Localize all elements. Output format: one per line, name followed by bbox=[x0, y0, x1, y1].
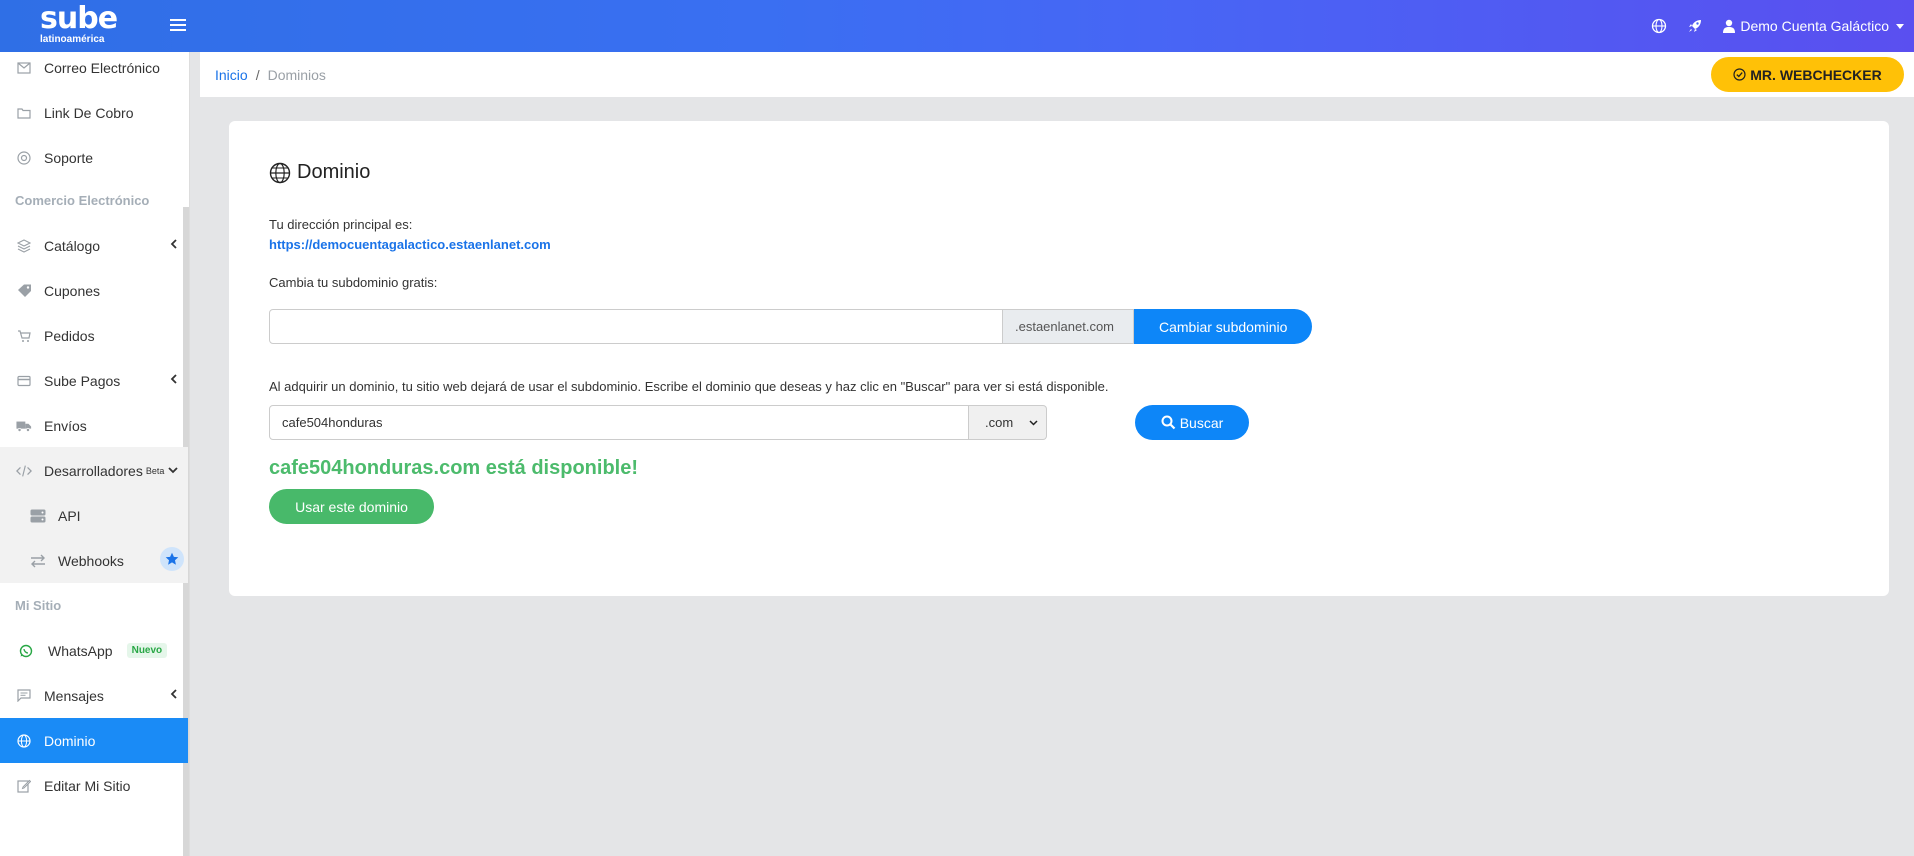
breadcrumb: Inicio / Dominios bbox=[215, 67, 326, 83]
check-circle-icon bbox=[1733, 68, 1746, 81]
globe-icon[interactable] bbox=[1650, 17, 1668, 35]
use-domain-button[interactable]: Usar este dominio bbox=[269, 489, 434, 524]
sidebar-item-label: Editar Mi Sitio bbox=[44, 777, 131, 794]
sidebar-item-label: Desarrolladores bbox=[44, 462, 143, 479]
logo-text: sube bbox=[40, 1, 118, 36]
rocket-icon[interactable] bbox=[1686, 17, 1704, 35]
breadcrumb-home-link[interactable]: Inicio bbox=[215, 67, 248, 83]
ticket-icon bbox=[16, 283, 32, 299]
app-logo[interactable]: sube latinoamérica bbox=[40, 4, 120, 48]
edit-icon bbox=[16, 778, 32, 794]
breadcrumb-current: Dominios bbox=[267, 66, 326, 83]
mr-webchecker-label: MR. WEBCHECKER bbox=[1750, 66, 1882, 83]
sidebar: Correo Electrónico Link De Cobro Soporte… bbox=[0, 52, 190, 856]
sidebar-item-label: Cupones bbox=[44, 282, 101, 299]
sidebar-item-link-cobro[interactable]: Link De Cobro bbox=[0, 90, 188, 135]
folder-icon bbox=[16, 105, 32, 121]
change-subdomain-button[interactable]: Cambiar subdominio bbox=[1134, 309, 1313, 344]
sidebar-item-mensajes[interactable]: Mensajes bbox=[0, 673, 188, 718]
sidebar-item-desarrolladores[interactable]: Desarrolladores Beta bbox=[0, 448, 188, 493]
page-title: Dominio bbox=[269, 161, 370, 184]
sidebar-item-label: Link De Cobro bbox=[44, 104, 134, 121]
sidebar-item-label: Soporte bbox=[44, 149, 94, 166]
domain-input-group: .com bbox=[269, 405, 1047, 440]
layers-icon bbox=[16, 238, 32, 254]
subdomain-input[interactable] bbox=[269, 309, 1003, 344]
sidebar-item-correo[interactable]: Correo Electrónico bbox=[0, 52, 188, 90]
chevron-left-icon bbox=[170, 374, 177, 384]
search-button-label: Buscar bbox=[1179, 414, 1224, 431]
chevron-down-icon bbox=[1896, 23, 1904, 29]
server-icon bbox=[30, 508, 46, 524]
lifebuoy-icon bbox=[16, 150, 32, 166]
sidebar-item-webhooks[interactable]: Webhooks bbox=[0, 538, 188, 583]
user-name: Demo Cuenta Galáctico bbox=[1740, 18, 1889, 34]
breadcrumb-separator: / bbox=[255, 66, 260, 83]
whatsapp-icon bbox=[18, 643, 34, 659]
availability-message: cafe504honduras.com está disponible! bbox=[269, 457, 638, 479]
tld-selected: .com bbox=[985, 415, 1014, 430]
sidebar-item-soporte[interactable]: Soporte bbox=[0, 135, 188, 180]
main-address-label: Tu dirección principal es: bbox=[269, 217, 413, 232]
truck-icon bbox=[16, 418, 32, 434]
sidebar-item-api[interactable]: API bbox=[0, 493, 188, 538]
globe-icon bbox=[269, 162, 291, 183]
cart-icon bbox=[16, 328, 32, 344]
subdomain-label: Cambia tu subdominio gratis: bbox=[269, 275, 438, 290]
sidebar-item-sube-pagos[interactable]: Sube Pagos bbox=[0, 358, 188, 403]
sidebar-item-label: Catálogo bbox=[44, 237, 101, 254]
top-navbar: sube latinoamérica Demo Cuenta Galáctico bbox=[0, 0, 1914, 52]
sidebar-item-label: Envíos bbox=[44, 417, 87, 434]
chevron-left-icon bbox=[170, 689, 177, 699]
breadcrumb-bar: Inicio / Dominios MR. WEBCHECKER bbox=[200, 52, 1914, 97]
domain-input[interactable] bbox=[269, 405, 969, 440]
sidebar-item-label: API bbox=[58, 507, 81, 524]
sidebar-item-editar-sitio[interactable]: Editar Mi Sitio bbox=[0, 763, 188, 808]
subdomain-input-group: .estaenlanet.com Cambiar subdominio bbox=[269, 309, 1313, 344]
sidebar-item-label: Sube Pagos bbox=[44, 372, 121, 389]
chevron-down-icon bbox=[1029, 419, 1038, 426]
sidebar-item-label: Correo Electrónico bbox=[44, 59, 160, 76]
sidebar-item-label: Pedidos bbox=[44, 327, 95, 344]
chevron-down-icon bbox=[168, 467, 178, 474]
subdomain-suffix: .estaenlanet.com bbox=[1003, 309, 1134, 344]
beta-label: Beta bbox=[145, 465, 165, 476]
domain-help-text: Al adquirir un dominio, tu sitio web dej… bbox=[269, 379, 1109, 394]
sidebar-item-label: Mensajes bbox=[44, 687, 104, 704]
sidebar-item-catalogo[interactable]: Catálogo bbox=[0, 223, 188, 268]
mr-webchecker-button[interactable]: MR. WEBCHECKER bbox=[1711, 57, 1904, 92]
credit-card-icon bbox=[16, 373, 32, 389]
user-menu[interactable]: Demo Cuenta Galáctico bbox=[1722, 17, 1904, 35]
sidebar-item-cupones[interactable]: Cupones bbox=[0, 268, 188, 313]
star-icon[interactable] bbox=[160, 547, 184, 571]
sidebar-item-dominio[interactable]: Dominio bbox=[0, 718, 188, 763]
page-title-text: Dominio bbox=[297, 161, 371, 183]
search-button[interactable]: Buscar bbox=[1135, 405, 1249, 440]
search-icon bbox=[1161, 415, 1175, 430]
exchange-icon bbox=[30, 553, 46, 569]
section-comercio: Comercio Electrónico bbox=[15, 193, 150, 208]
new-badge: Nuevo bbox=[126, 643, 168, 658]
sidebar-item-envios[interactable]: Envíos bbox=[0, 403, 188, 448]
user-icon bbox=[1722, 17, 1736, 35]
chevron-left-icon bbox=[170, 239, 177, 249]
globe-icon bbox=[16, 733, 32, 749]
envelope-icon bbox=[16, 60, 32, 76]
tld-select[interactable]: .com bbox=[969, 405, 1047, 440]
hamburger-icon[interactable] bbox=[170, 16, 186, 34]
main-address-link[interactable]: https://democuentagalactico.estaenlanet.… bbox=[269, 237, 551, 252]
sidebar-item-label: Dominio bbox=[44, 732, 96, 749]
sidebar-item-pedidos[interactable]: Pedidos bbox=[0, 313, 188, 358]
domain-card: Dominio Tu dirección principal es: https… bbox=[229, 121, 1889, 596]
section-mi-sitio: Mi Sitio bbox=[15, 598, 62, 613]
sidebar-item-label: Webhooks bbox=[58, 552, 124, 569]
code-icon bbox=[16, 463, 32, 479]
message-icon bbox=[16, 688, 32, 704]
logo-subtext: latinoamérica bbox=[40, 34, 105, 45]
sidebar-item-label: WhatsApp bbox=[48, 642, 113, 659]
topbar-right: Demo Cuenta Galáctico bbox=[1650, 0, 1904, 52]
sidebar-item-whatsapp[interactable]: WhatsApp Nuevo bbox=[0, 628, 188, 673]
